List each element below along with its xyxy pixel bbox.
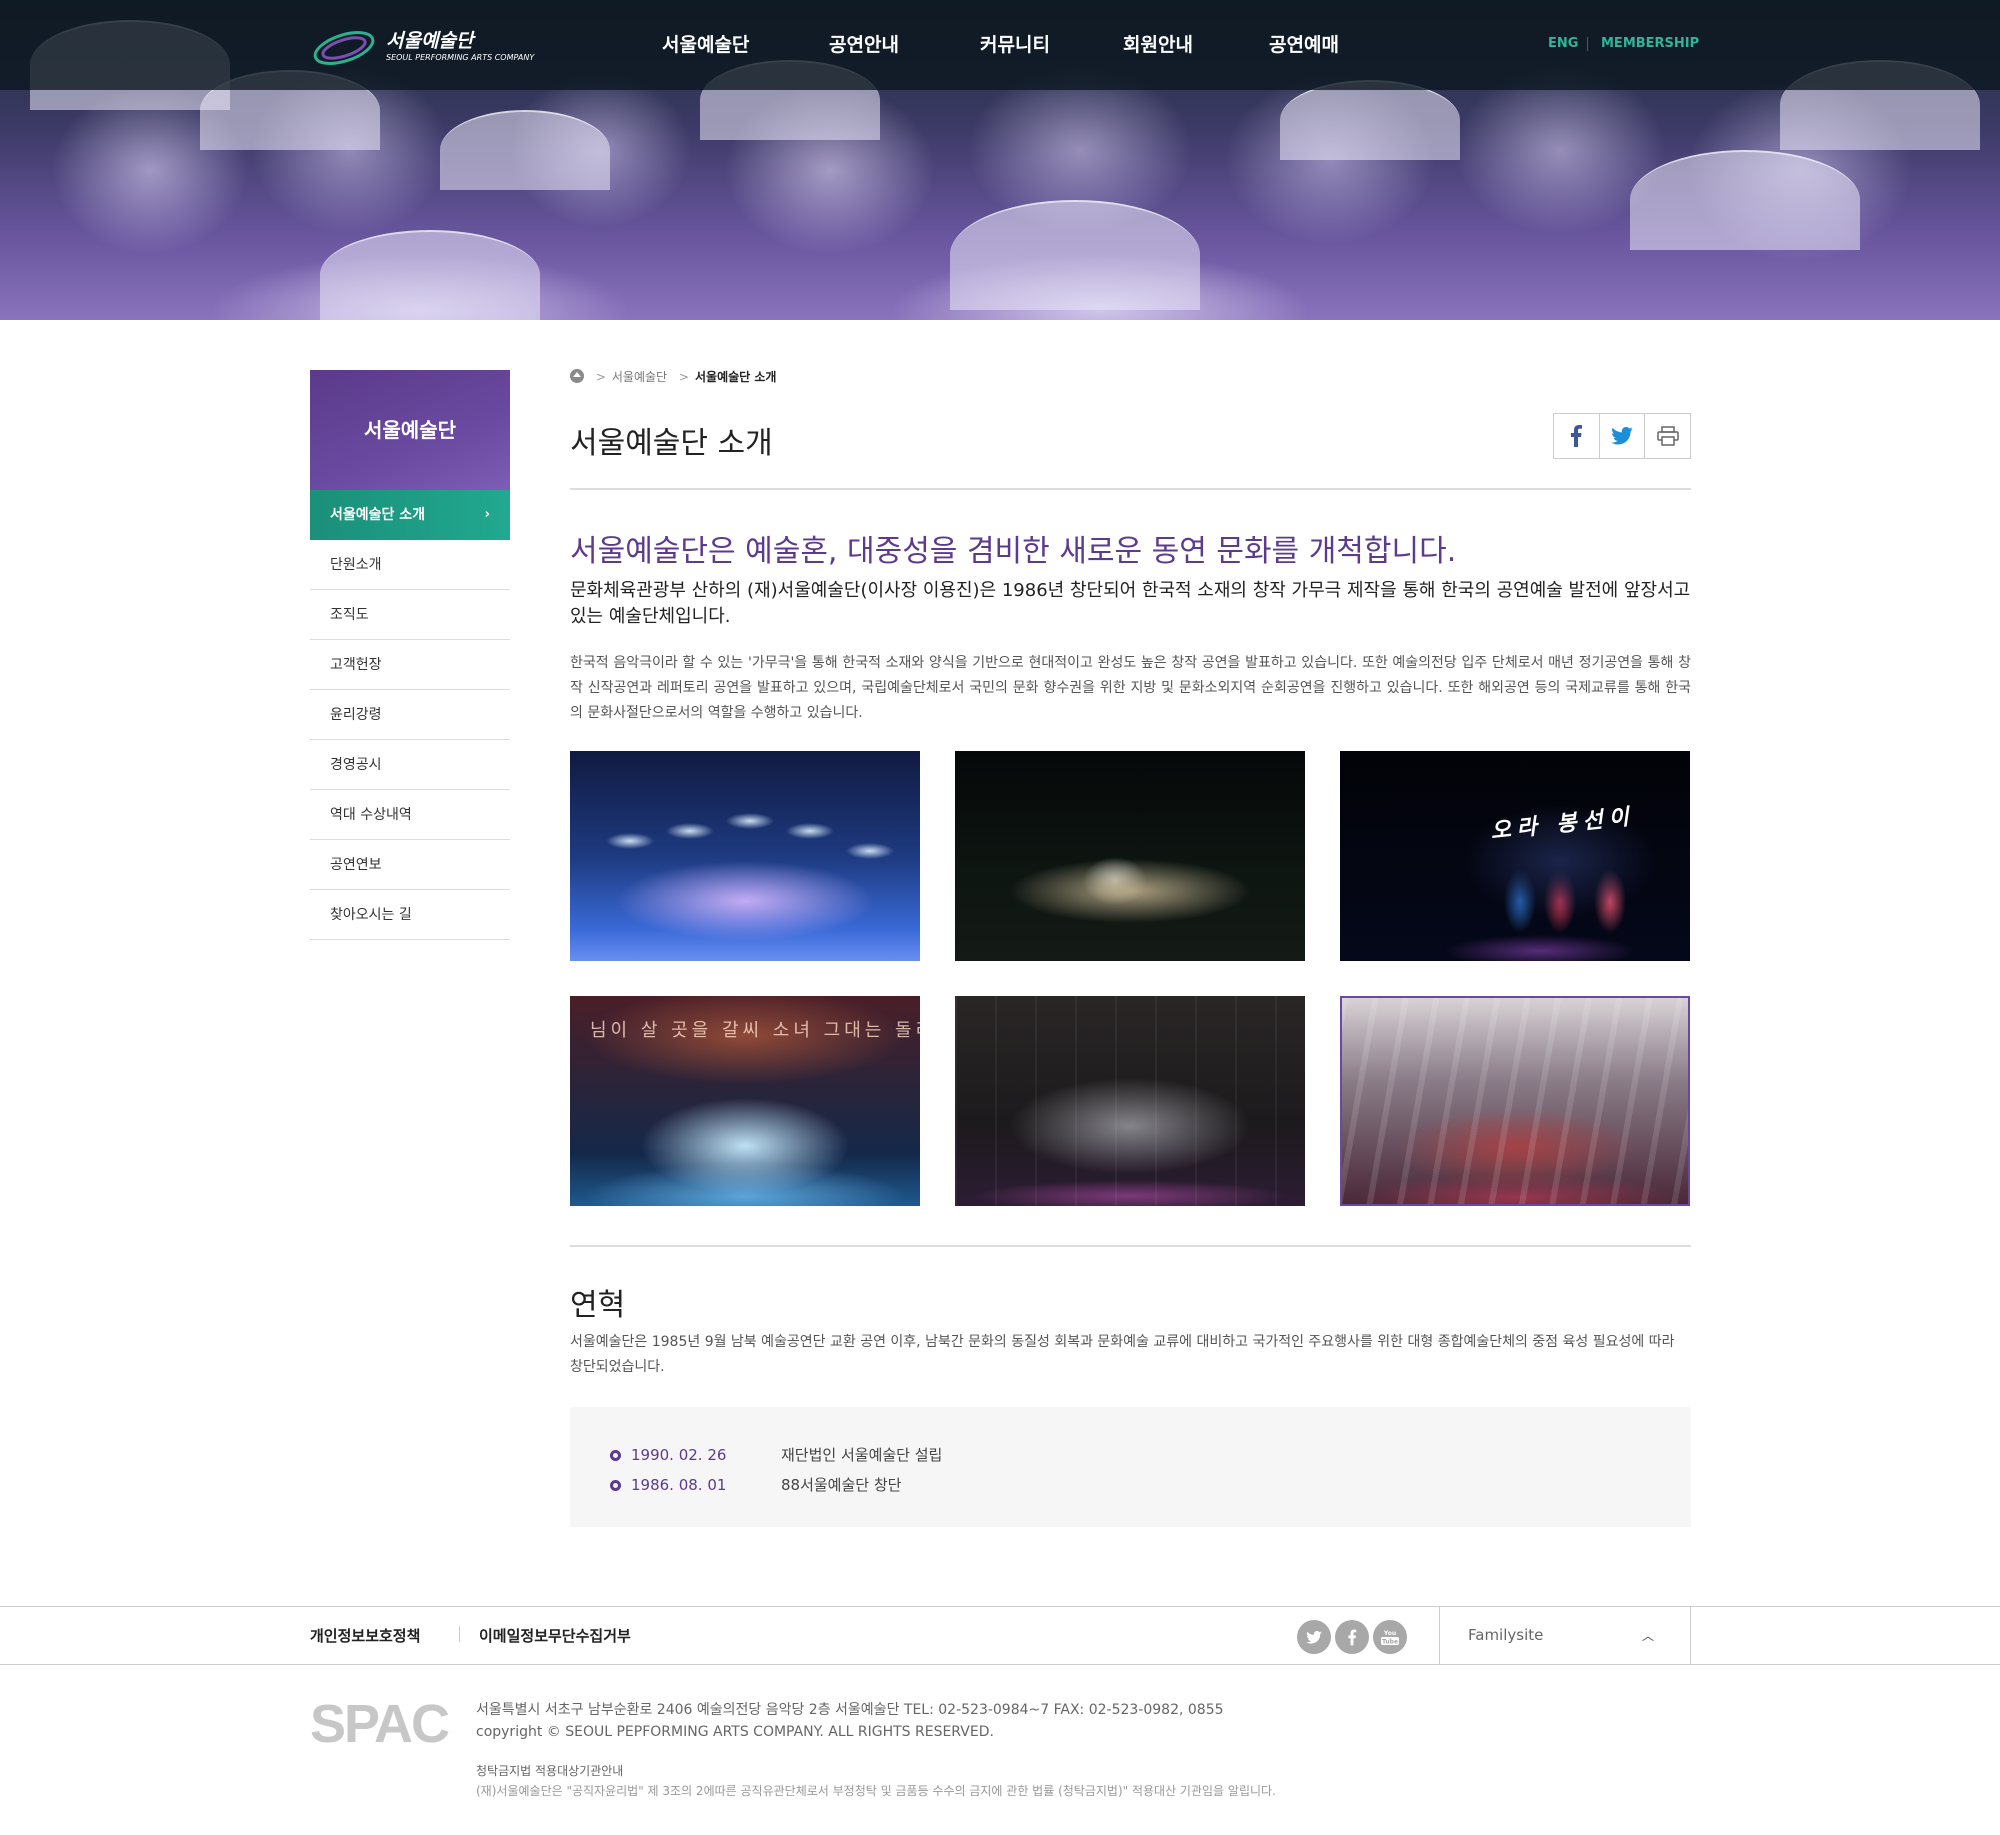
lnb-item-history[interactable]: 공연연보 <box>310 840 510 890</box>
email-refusal-link[interactable]: 이메일정보무단수집거부 <box>479 1625 631 1646</box>
share-toolbar <box>1553 413 1691 459</box>
lnb-title: 서울예술단 <box>310 370 510 490</box>
menu-item-booking[interactable]: 공연예매 <box>1269 30 1339 57</box>
performance-photo <box>955 751 1305 961</box>
photo-title-text: 오라 봉선이 <box>1489 804 1637 845</box>
lnb-item-label: 서울예술단 소개 <box>330 507 426 523</box>
lnb-item-awards[interactable]: 역대 수상내역 <box>310 790 510 840</box>
performance-photo <box>955 996 1305 1206</box>
intro-headline: 서울예술단은 예술혼, 대중성을 겸비한 새로운 동연 문화를 개척합니다. <box>570 534 1457 569</box>
lnb-item-ethics[interactable]: 윤리강령 <box>310 690 510 740</box>
timeline-date: 1990. 02. 26 <box>631 1446 727 1464</box>
privacy-policy-link[interactable]: 개인정보보호정책 <box>310 1625 420 1646</box>
logo-swirl-icon <box>313 31 375 65</box>
twitter-footer-button[interactable] <box>1297 1620 1331 1654</box>
footer-mid-border <box>0 1664 2000 1665</box>
logo-english-text: SEOUL PERFORMING ARTS COMPANY <box>386 53 535 62</box>
site-logo[interactable]: 서울예술단 SEOUL PERFORMING ARTS COMPANY <box>310 24 534 68</box>
util-divider <box>1587 37 1588 51</box>
history-timeline: 1990. 02. 26 재단법인 서울예술단 설립 1986. 08. 01 88… <box>570 1407 1691 1527</box>
facebook-icon <box>1348 1629 1357 1645</box>
familysite-label: Familysite <box>1468 1626 1544 1644</box>
lnb-item-disclosure[interactable]: 경영공시 <box>310 740 510 790</box>
performance-photo: 오라 봉선이 <box>1340 751 1690 961</box>
chevron-right-icon: › <box>484 507 490 522</box>
twitter-icon <box>1306 1630 1322 1644</box>
photo-title-text: 님이 살 곳을 갈씨 소녀 그대는 돌리는가 <box>590 1020 920 1041</box>
footer-notice: (재)서울예술단은 "공직자윤리법" 제 3조의 2에따른 공직유관단체로서 부… <box>476 1784 1276 1798</box>
youtube-icon: You Tube <box>1381 1630 1399 1646</box>
bullet-icon <box>610 1480 621 1491</box>
history-title: 연혁 <box>570 1288 626 1323</box>
lnb-item-directions[interactable]: 찾아오시는 길 <box>310 890 510 940</box>
timeline-event: 88서울예술단 창단 <box>781 1476 902 1494</box>
history-description: 서울예술단은 1985년 9월 남북 예술공연단 교환 공연 이후, 남북간 문… <box>570 1334 1675 1375</box>
performance-photo <box>570 751 920 961</box>
breadcrumb-current: 서울예술단 소개 <box>694 370 777 384</box>
lnb-item-organization[interactable]: 조직도 <box>310 590 510 640</box>
logo-korean-text: 서울예술단 <box>386 30 474 52</box>
performance-photo: 님이 살 곳을 갈씨 소녀 그대는 돌리는가 <box>570 996 920 1206</box>
menu-item-membership-info[interactable]: 회원안내 <box>1123 30 1193 57</box>
svg-text:Tube: Tube <box>1382 1639 1398 1646</box>
home-icon[interactable] <box>570 369 584 383</box>
footer-link-divider <box>459 1626 460 1642</box>
familysite-select[interactable]: Familysite ︿ <box>1439 1607 1691 1665</box>
eng-link[interactable]: ENG <box>1548 36 1578 51</box>
global-nav-bar: 서울예술단 SEOUL PERFORMING ARTS COMPANY 서울예술… <box>0 0 2000 90</box>
footer-copyright: copyright © SEOUL PEPFORMING ARTS COMPAN… <box>476 1724 994 1740</box>
footer-logo: SPAC <box>310 1694 450 1754</box>
facebook-icon <box>1571 425 1583 447</box>
breadcrumb-item[interactable]: 서울예술단 <box>612 370 667 384</box>
timeline-date: 1986. 08. 01 <box>631 1476 727 1494</box>
twitter-share-button[interactable] <box>1600 414 1646 458</box>
lnb-item-active[interactable]: 서울예술단 소개 › <box>310 490 510 540</box>
footer-notice-title: 청탁금지법 적용대상기관안내 <box>476 1764 624 1778</box>
timeline-event: 재단법인 서울예술단 설립 <box>781 1446 943 1464</box>
intro-summary: 문화체육관광부 산하의 (재)서울예술단(이사장 이용진)은 1986년 창단되… <box>570 580 1691 627</box>
timeline-item: 1986. 08. 01 88서울예술단 창단 <box>610 1474 901 1495</box>
performance-photo <box>1340 996 1690 1206</box>
timeline-item: 1990. 02. 26 재단법인 서울예술단 설립 <box>610 1444 942 1465</box>
facebook-share-button[interactable] <box>1554 414 1600 458</box>
youtube-footer-button[interactable]: You Tube <box>1373 1620 1407 1654</box>
membership-link[interactable]: MEMBERSHIP <box>1601 36 1699 51</box>
menu-item-performances[interactable]: 공연안내 <box>829 30 899 57</box>
svg-text:You: You <box>1383 1630 1396 1637</box>
section-divider <box>570 1245 1691 1247</box>
intro-description: 한국적 음악극이라 할 수 있는 '가무극'을 통해 한국적 소재와 양식을 기… <box>570 655 1691 721</box>
footer-top-border <box>0 1606 2000 1607</box>
breadcrumb: > 서울예술단 > 서울예술단 소개 <box>570 368 776 385</box>
chevron-up-icon: ︿ <box>1641 1629 1654 1643</box>
lnb-item-charter[interactable]: 고객헌장 <box>310 640 510 690</box>
bullet-icon <box>610 1450 621 1461</box>
twitter-icon <box>1611 427 1633 445</box>
lnb-item-members[interactable]: 단원소개 <box>310 540 510 590</box>
facebook-footer-button[interactable] <box>1335 1620 1369 1654</box>
title-divider <box>570 488 1691 490</box>
menu-item-company[interactable]: 서울예술단 <box>662 30 749 57</box>
print-button[interactable] <box>1645 414 1690 458</box>
page-title: 서울예술단 소개 <box>570 426 773 461</box>
print-icon <box>1656 426 1679 446</box>
menu-item-community[interactable]: 커뮤니티 <box>980 30 1050 57</box>
footer-address: 서울특별시 서초구 남부순환로 2406 예술의전당 음악당 2층 서울예술단 … <box>476 1702 1224 1718</box>
